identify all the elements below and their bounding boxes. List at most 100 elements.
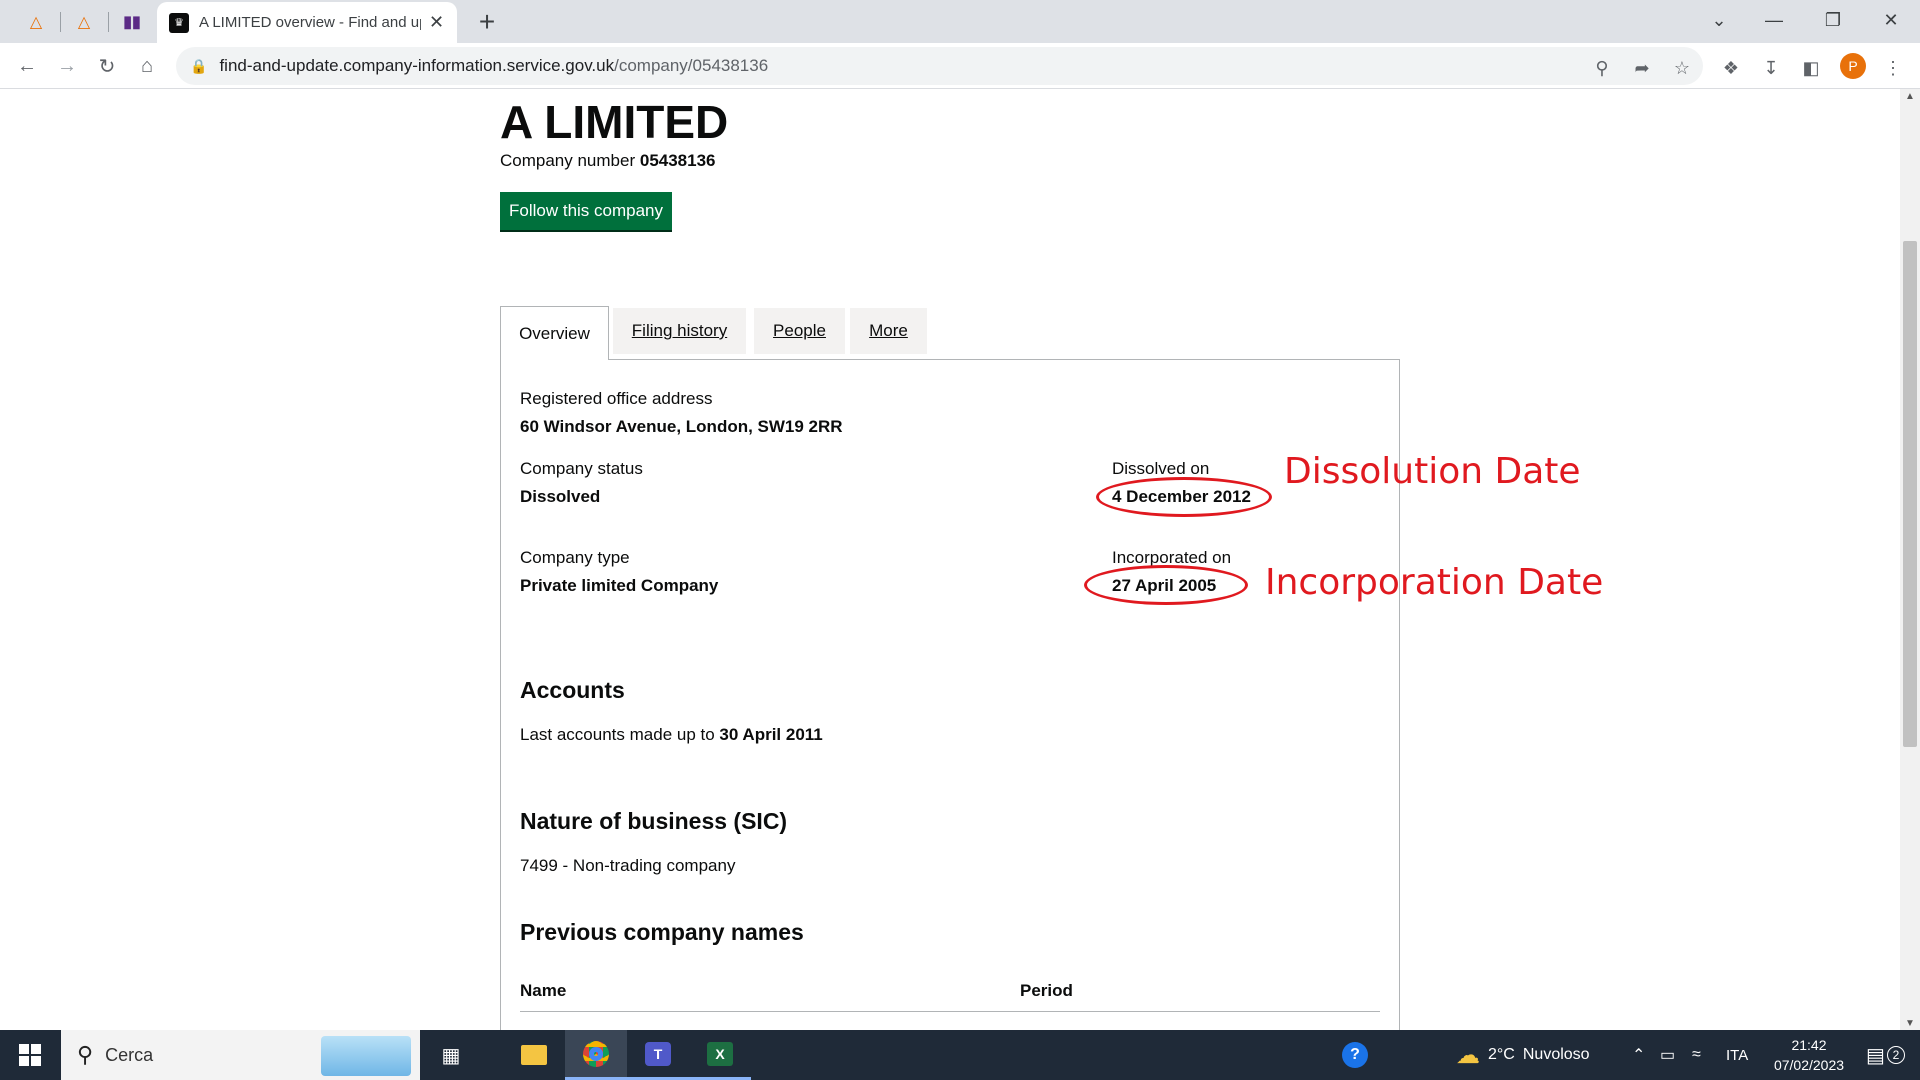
nature-of-business-heading: Nature of business (SIC)	[520, 808, 788, 834]
bookmark-star-icon[interactable]: ☆	[1669, 55, 1695, 81]
windows-logo-icon	[19, 1044, 41, 1066]
close-icon[interactable]: ✕	[429, 12, 444, 33]
browser-tab-strip: △ △ ▮▮ ♛ A LIMITED overview - Find and u…	[0, 0, 1920, 43]
weather-temp: 2°C	[1488, 1046, 1515, 1063]
app-flame-icon: △	[77, 14, 91, 31]
taskbar-search[interactable]: ⚲ Cerca	[61, 1030, 420, 1080]
company-number-label: Company number	[500, 151, 636, 170]
lock-icon: 🔒	[190, 57, 208, 74]
previous-names-heading: Previous company names	[520, 919, 804, 945]
clock[interactable]: 21:42 07/02/2023	[1766, 1030, 1852, 1080]
address-bar[interactable]: 🔒 find-and-update.company-information.se…	[176, 47, 1703, 85]
url-path: /company/05438136	[614, 56, 769, 75]
company-number: Company number 05438136	[500, 151, 716, 171]
page-title: A LIMITED	[500, 96, 729, 148]
reload-button[interactable]: ↻	[90, 49, 124, 83]
reload-icon: ↻	[98, 55, 116, 78]
forward-button[interactable]: →	[50, 49, 84, 83]
accounts-text: Last accounts made up to 30 April 2011	[520, 725, 823, 745]
arrow-left-icon: ←	[17, 54, 37, 77]
follow-company-button[interactable]: Follow this company	[500, 192, 673, 230]
accounts-label: Last accounts made up to	[520, 725, 715, 744]
back-button[interactable]: ←	[10, 49, 44, 83]
window-close-button[interactable]: ✕	[1862, 0, 1920, 40]
tab-search-chevron-icon[interactable]: ⌄	[1690, 0, 1748, 40]
company-type-label: Company type	[520, 548, 630, 567]
teams-icon: T	[645, 1041, 671, 1066]
app-bars-icon: ▮▮	[123, 14, 141, 31]
start-button[interactable]	[0, 1030, 60, 1080]
incorporation-date-annotation: Incorporation Date	[1265, 562, 1604, 603]
weather-widget[interactable]: ☁ 2°C Nuvoloso	[1456, 1030, 1590, 1080]
excel-icon: X	[707, 1041, 733, 1066]
weather-text: Nuvoloso	[1522, 1046, 1590, 1063]
language-indicator[interactable]: ITA	[1726, 1030, 1748, 1080]
help-icon: ?	[1342, 1042, 1368, 1068]
dissolved-on-label: Dissolved on	[1112, 459, 1210, 478]
table-divider	[520, 1011, 1380, 1012]
pinned-tab-2[interactable]: △	[62, 6, 106, 38]
accounts-date: 30 April 2011	[719, 725, 823, 744]
task-view-icon: ▦	[441, 1044, 461, 1067]
menu-kebab-icon[interactable]: ⋮	[1880, 55, 1906, 81]
active-tab[interactable]: ♛ A LIMITED overview - Find and update c…	[157, 2, 457, 43]
clock-time: 21:42	[1791, 1037, 1827, 1053]
file-explorer-app[interactable]	[503, 1030, 565, 1080]
company-type-value: Private limited Company	[520, 576, 719, 595]
battery-icon[interactable]: ▭	[1660, 1030, 1675, 1080]
side-panel-icon[interactable]: ◧	[1798, 55, 1824, 81]
zoom-icon[interactable]: ⚲	[1589, 55, 1615, 81]
pinned-tab-3[interactable]: ▮▮	[110, 6, 154, 38]
tab-separator	[60, 12, 61, 32]
cloud-sun-icon: ☁	[1456, 1041, 1480, 1069]
app-flame-icon: △	[29, 14, 43, 31]
folder-icon	[521, 1045, 547, 1065]
clock-date: 07/02/2023	[1773, 1057, 1845, 1073]
profile-avatar[interactable]: P	[1840, 53, 1866, 79]
url-host: find-and-update.company-information.serv…	[219, 56, 615, 75]
incorporation-highlight-ring	[1084, 565, 1248, 605]
notification-count: 2	[1886, 1046, 1905, 1064]
taskbar-search-placeholder: Cerca	[105, 1044, 154, 1065]
pinned-tab-1[interactable]: △	[14, 6, 58, 38]
download-icon[interactable]: ↧	[1758, 55, 1784, 81]
tab-filing-history[interactable]: Filing history	[613, 308, 746, 354]
excel-app[interactable]: X	[689, 1030, 751, 1080]
help-tray-button[interactable]: ?	[1342, 1030, 1368, 1080]
registered-office-label: Registered office address	[520, 389, 713, 408]
crown-icon: ♛	[169, 12, 189, 33]
accounts-heading: Accounts	[520, 677, 625, 703]
share-icon[interactable]: ➦	[1629, 55, 1655, 81]
home-icon: ⌂	[140, 54, 154, 77]
windows-taskbar: ⚲ Cerca ▦ T X ? ☁ 2°C Nuvoloso ⌃ ▭ ≈ ITA…	[0, 1030, 1920, 1080]
dissolution-highlight-ring	[1096, 477, 1272, 517]
extensions-puzzle-icon[interactable]: ❖	[1718, 55, 1744, 81]
column-header-name: Name	[520, 981, 567, 1000]
tab-people[interactable]: People	[754, 308, 845, 354]
teams-app[interactable]: T	[627, 1030, 689, 1080]
chrome-app[interactable]	[565, 1030, 627, 1080]
wifi-icon[interactable]: ≈	[1692, 1030, 1701, 1080]
browser-toolbar: ← → ↻ ⌂ 🔒 find-and-update.company-inform…	[0, 43, 1920, 89]
tab-more[interactable]: More	[850, 308, 927, 354]
restore-button[interactable]: ❐	[1804, 0, 1862, 40]
scroll-down-icon[interactable]: ▼	[1900, 1016, 1920, 1030]
scroll-up-icon[interactable]: ▲	[1900, 89, 1920, 103]
tray-overflow-chevron-icon[interactable]: ⌃	[1632, 1030, 1645, 1080]
scrollbar-thumb[interactable]	[1903, 241, 1917, 747]
minimize-button[interactable]: —	[1745, 0, 1803, 40]
tab-separator	[108, 12, 109, 32]
company-number-value: 05438136	[639, 151, 716, 170]
tab-overview[interactable]: Overview	[500, 306, 609, 360]
home-button[interactable]: ⌂	[130, 49, 164, 83]
notification-center-button[interactable]: ▤ 2	[1866, 1030, 1905, 1080]
notification-icon: ▤	[1866, 1044, 1885, 1067]
chrome-icon	[583, 1040, 609, 1067]
dissolution-date-annotation: Dissolution Date	[1284, 451, 1581, 492]
arrow-right-icon: →	[57, 54, 77, 77]
sic-code: 7499 - Non-trading company	[520, 856, 736, 875]
company-status-value: Dissolved	[520, 487, 601, 506]
task-view-button[interactable]: ▦	[420, 1030, 482, 1080]
new-tab-button[interactable]: +	[471, 6, 503, 38]
tab-title: A LIMITED overview - Find and update com…	[199, 14, 421, 31]
